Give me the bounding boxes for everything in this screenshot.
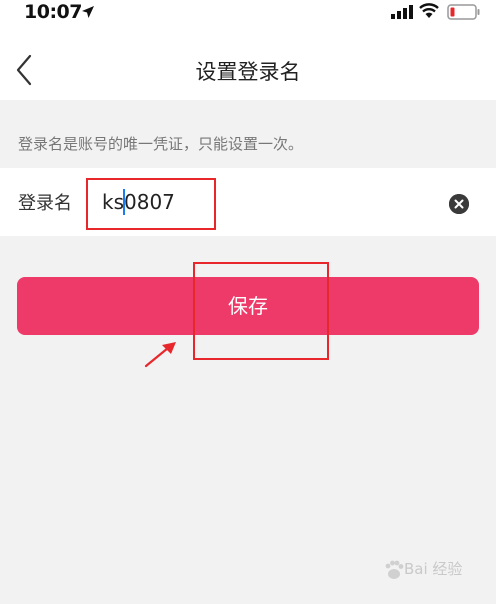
watermark: Bai 经验 — [382, 548, 492, 588]
signal-icon — [391, 5, 413, 19]
login-name-label: 登录名 — [18, 193, 72, 214]
location-arrow-icon — [82, 6, 94, 18]
watermark-text: Bai 经验 — [404, 560, 463, 578]
hint-text: 登录名是账号的唯一凭证，只能设置一次。 — [18, 135, 304, 153]
clear-circle-icon — [449, 194, 469, 214]
navigation-bar: 设置登录名 — [0, 26, 496, 100]
wifi-icon — [419, 3, 439, 18]
status-bar: 10:07 — [0, 0, 496, 26]
annotation-box-input — [86, 178, 216, 230]
status-time: 10:07 — [24, 1, 82, 23]
annotation-box-save — [193, 262, 329, 360]
paw-icon — [385, 560, 404, 579]
login-name-row: 登录名 — [0, 168, 496, 236]
clear-input-button[interactable] — [449, 194, 469, 214]
annotation-arrow-icon — [144, 342, 176, 368]
battery-low-icon — [447, 4, 480, 20]
page-title: 设置登录名 — [195, 60, 301, 84]
